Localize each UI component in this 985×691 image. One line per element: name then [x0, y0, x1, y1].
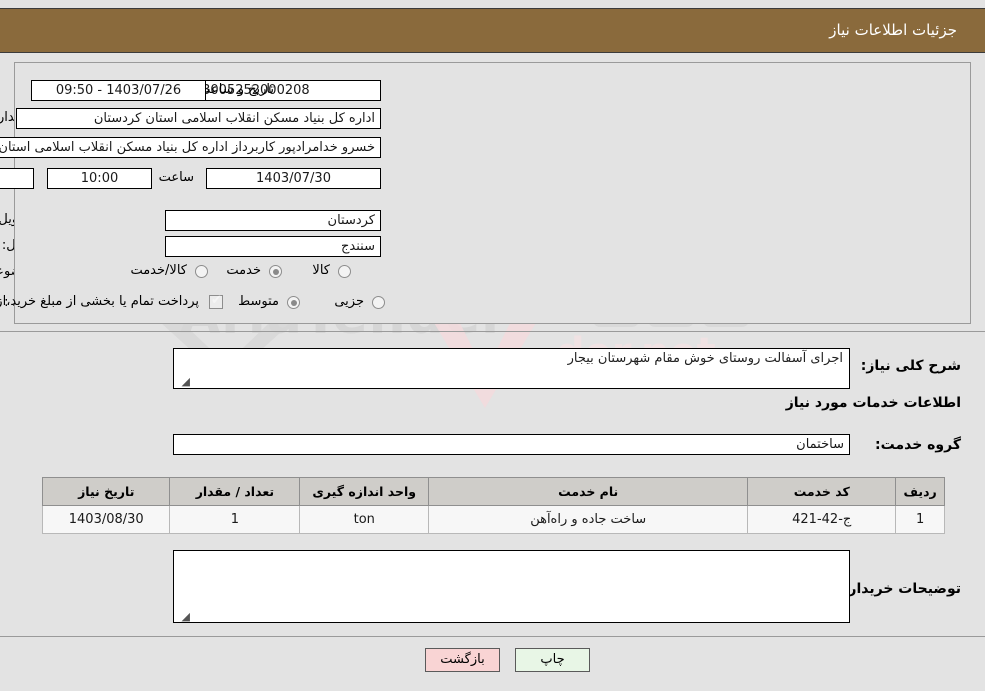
page-root: AriaTender der.net جزئیات اطلاعات نیاز ش…	[0, 0, 985, 691]
page-header: جزئیات اطلاعات نیاز	[0, 8, 985, 53]
treasury-bonds-note: پرداخت تمام یا بخشی از مبلغ خرید،از محل …	[0, 294, 199, 309]
column-name: نام خدمت	[428, 477, 749, 506]
column-unit: واحد اندازه گیری	[299, 477, 430, 506]
buyer-notes-textarea[interactable]	[173, 550, 850, 623]
services-table: ردیف کد خدمت نام خدمت واحد اندازه گیری ت…	[41, 477, 945, 534]
cell-code: ج-42-421	[747, 505, 897, 534]
page-title: جزئیات اطلاعات نیاز	[829, 21, 957, 39]
cell-date: 1403/08/30	[41, 505, 171, 534]
summary-label: شرح کلی نیاز:	[860, 358, 961, 374]
announce-date-field: 1403/07/26 - 09:50	[31, 80, 206, 101]
cell-name: ساخت جاده و راه‌آهن	[428, 505, 749, 534]
treasury-bonds-checkbox[interactable]	[209, 293, 223, 309]
process-radio-motavaset[interactable]	[287, 296, 300, 309]
service-group-field: ساختمان	[173, 434, 850, 455]
cell-quantity: 1	[169, 505, 301, 534]
column-date: تاریخ نیاز	[41, 477, 171, 506]
category-radio-kala[interactable]	[338, 265, 351, 278]
column-quantity: تعداد / مقدار	[169, 477, 301, 506]
remaining-days-field: 3	[0, 168, 34, 189]
print-button[interactable]: چاپ	[515, 648, 590, 672]
table-row: 1 ج-42-421 ساخت جاده و راه‌آهن ton 1 140…	[41, 505, 945, 534]
buyer-org-field: اداره کل بنیاد مسکن انقلاب اسلامی استان …	[16, 108, 381, 129]
buyer-notes-resize-grip[interactable]: ◢	[180, 610, 190, 623]
delivery-province-field: کردستان	[165, 210, 381, 231]
category-label-kala: کالا	[312, 263, 330, 278]
services-section-title: اطلاعات خدمات مورد نیاز	[785, 395, 961, 411]
process-label-jozi: جزیی	[334, 294, 364, 309]
category-label-kala-khedmat: کالا/خدمت	[130, 263, 187, 278]
category-radio-khedmat[interactable]	[269, 265, 282, 278]
back-button[interactable]: بازگشت	[425, 648, 500, 672]
process-label-motavaset: متوسط	[238, 294, 279, 309]
deadline-hour-label: ساعت	[158, 170, 194, 185]
deadline-hour-field: 10:00	[47, 168, 152, 189]
services-table-header-row: ردیف کد خدمت نام خدمت واحد اندازه گیری ت…	[41, 477, 945, 506]
category-label-khedmat: خدمت	[226, 263, 261, 278]
category-radio-kala-khedmat[interactable]	[195, 265, 208, 278]
summary-textarea[interactable]: اجرای آسفالت روستای خوش مقام شهرستان بیج…	[173, 348, 850, 389]
section-divider	[0, 331, 985, 332]
need-details-panel	[14, 62, 971, 324]
process-radio-jozi[interactable]	[372, 296, 385, 309]
column-index: ردیف	[895, 477, 945, 506]
column-code: کد خدمت	[747, 477, 897, 506]
cell-unit: ton	[299, 505, 430, 534]
summary-resize-grip[interactable]: ◢	[180, 375, 190, 388]
buyer-notes-label: توضیحات خریدار:	[842, 581, 961, 597]
footer-divider	[0, 636, 985, 637]
service-group-label: گروه خدمت:	[875, 437, 961, 453]
delivery-city-field: سنندج	[165, 236, 381, 257]
deadline-date-field: 1403/07/30	[206, 168, 381, 189]
creator-field: خسرو خدامرادپور کاربرداز اداره کل بنیاد …	[0, 137, 381, 158]
cell-index: 1	[895, 505, 945, 534]
